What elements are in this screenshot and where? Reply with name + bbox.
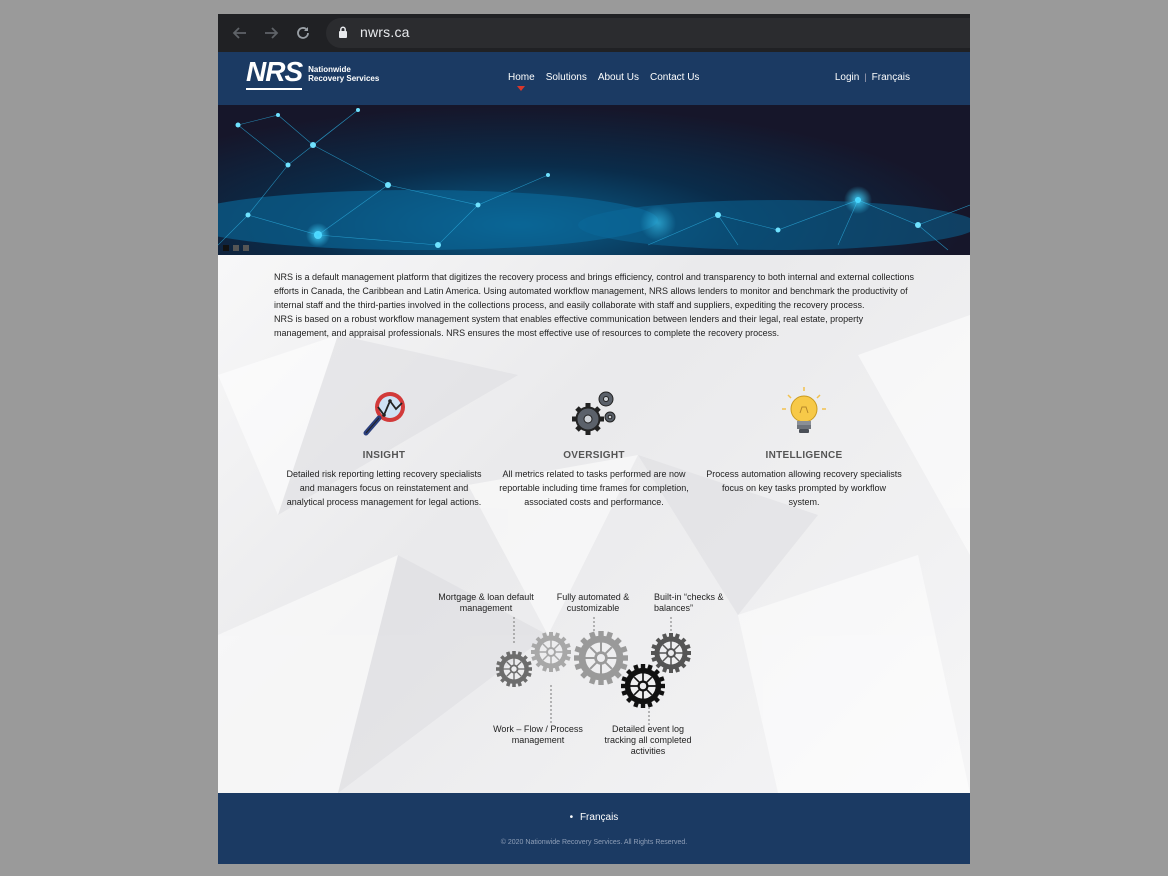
main-content: NRS is a default management platform tha… [218, 255, 970, 793]
gear-label-checks: Built-in “checks & balances” [654, 592, 724, 613]
site-header: NRS Nationwide Recovery Services Home Sol… [218, 52, 970, 105]
language-link[interactable]: Français [872, 72, 910, 83]
menu-item-contact-us[interactable]: Contact Us [650, 72, 699, 83]
utility-links: Login | Français [835, 72, 910, 83]
slider-dots [223, 245, 249, 251]
gear-icon [574, 631, 628, 685]
slider-dot[interactable] [223, 245, 229, 251]
footer-language-link[interactable]: Français [218, 812, 970, 823]
browser-toolbar: nwrs.ca [218, 14, 970, 53]
separator: | [864, 72, 867, 82]
arrow-right-icon [265, 27, 279, 39]
hero-banner [218, 105, 970, 255]
back-button[interactable] [230, 23, 250, 43]
arrow-left-icon [232, 27, 246, 39]
gear-label-mortgage: Mortgage & loan default management [438, 592, 534, 613]
gear-label-eventlog: Detailed event log tracking all complete… [604, 724, 692, 756]
logo-text: Nationwide Recovery Services [308, 65, 380, 83]
gear-label-workflow: Work – Flow / Process management [493, 724, 583, 745]
main-menu: Home Solutions About Us Contact Us [508, 72, 699, 91]
reload-button[interactable] [293, 23, 313, 43]
browser-window: nwrs.ca NRS Nationwide Recovery Services … [218, 14, 970, 864]
logo-mark: NRS [246, 58, 303, 90]
address-bar[interactable]: nwrs.ca [326, 18, 970, 48]
gears-diagram [218, 617, 970, 725]
url-text: nwrs.ca [360, 24, 410, 40]
login-link[interactable]: Login [835, 72, 859, 83]
menu-item-home[interactable]: Home [508, 72, 535, 91]
gear-icon [621, 664, 665, 708]
reload-icon [297, 27, 309, 39]
logo[interactable]: NRS Nationwide Recovery Services [246, 58, 379, 90]
forward-button[interactable] [261, 23, 281, 43]
gear-icon [496, 651, 532, 687]
gear-icon [531, 632, 571, 672]
copyright-text: © 2020 Nationwide Recovery Services. All… [500, 839, 688, 846]
lock-icon [338, 26, 348, 44]
gear-label-automated: Fully automated & customizable [556, 592, 630, 613]
menu-item-solutions[interactable]: Solutions [546, 72, 587, 83]
slider-dot[interactable] [233, 245, 239, 251]
gear-icon [651, 633, 691, 673]
menu-item-about-us[interactable]: About Us [598, 72, 639, 83]
slider-dot[interactable] [243, 245, 249, 251]
network-graphic [218, 108, 970, 251]
site-footer: Français © 2020 Nationwide Recovery Serv… [218, 793, 970, 864]
